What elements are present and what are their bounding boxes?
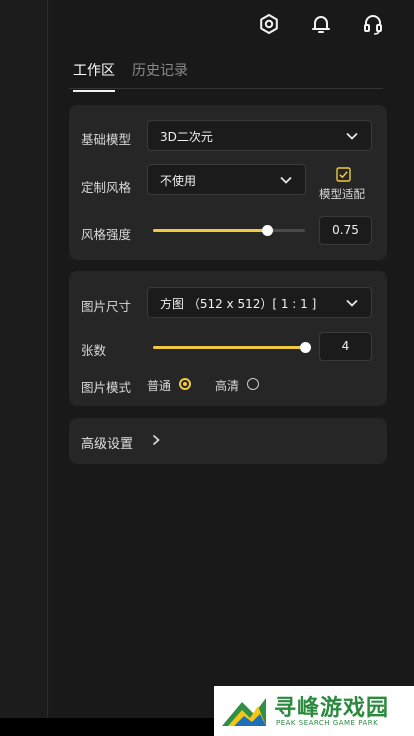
style-strength-slider[interactable] — [153, 223, 305, 237]
settings-panel: 工作区 历史记录 基础模型 3D二次元 定制风格 不使用 模型适配 风格强度 0… — [49, 0, 414, 736]
mode-normal-label[interactable]: 普通 — [147, 377, 171, 394]
mode-hd-radio[interactable] — [247, 378, 259, 390]
slider-fill — [153, 346, 305, 349]
mode-hd-label[interactable]: 高清 — [215, 377, 239, 394]
slider-thumb[interactable] — [300, 342, 311, 353]
style-strength-label: 风格强度 — [81, 227, 132, 242]
custom-style-value: 不使用 — [160, 174, 197, 188]
chevron-down-icon — [346, 299, 358, 307]
model-adapt-label: 模型适配 — [319, 187, 365, 201]
image-size-select[interactable]: 方图 （512 x 512）[ 1 : 1 ] — [147, 287, 372, 318]
image-count-slider[interactable] — [153, 340, 311, 354]
tab-workspace[interactable]: 工作区 — [73, 60, 115, 92]
bell-icon[interactable] — [309, 12, 333, 36]
mode-normal-radio[interactable] — [179, 378, 191, 390]
bottom-bar — [0, 718, 214, 736]
chevron-right-icon[interactable] — [150, 433, 162, 447]
watermark-cn-text: 寻峰游戏园 — [274, 696, 390, 721]
headset-icon[interactable] — [361, 12, 385, 36]
base-model-value: 3D二次元 — [160, 130, 213, 144]
watermark-en-text: PEAK SEARCH GAME PARK — [276, 719, 379, 727]
tab-history[interactable]: 历史记录 — [132, 60, 188, 80]
image-count-input[interactable]: 4 — [319, 332, 372, 361]
image-settings-card: 图片尺寸 方图 （512 x 512）[ 1 : 1 ] 张数 4 图片模式 普… — [69, 271, 387, 406]
tab-bar: 工作区 历史记录 — [69, 56, 383, 92]
base-model-select[interactable]: 3D二次元 — [147, 120, 372, 151]
advanced-settings-card[interactable]: 高级设置 — [69, 418, 387, 464]
image-count-label: 张数 — [81, 343, 107, 358]
left-sidebar — [0, 0, 48, 736]
model-adapt-checkbox[interactable] — [336, 167, 351, 182]
image-size-label: 图片尺寸 — [81, 299, 132, 314]
custom-style-select[interactable]: 不使用 — [147, 164, 306, 195]
base-model-label: 基础模型 — [81, 132, 132, 147]
chevron-down-icon — [280, 176, 292, 184]
watermark: 寻峰游戏园 PEAK SEARCH GAME PARK — [214, 686, 414, 736]
custom-style-label: 定制风格 — [81, 180, 132, 195]
watermark-logo — [222, 698, 266, 726]
gear-icon[interactable] — [257, 12, 281, 36]
model-settings-card: 基础模型 3D二次元 定制风格 不使用 模型适配 风格强度 0.75 — [69, 105, 387, 260]
image-size-value: 方图 （512 x 512）[ 1 : 1 ] — [160, 297, 317, 311]
advanced-settings-label[interactable]: 高级设置 — [81, 433, 133, 452]
style-strength-input[interactable]: 0.75 — [319, 216, 372, 245]
image-mode-label: 图片模式 — [81, 380, 132, 395]
slider-thumb[interactable] — [262, 225, 273, 236]
chevron-down-icon — [346, 132, 358, 140]
slider-fill — [153, 229, 267, 232]
top-toolbar — [49, 0, 414, 50]
